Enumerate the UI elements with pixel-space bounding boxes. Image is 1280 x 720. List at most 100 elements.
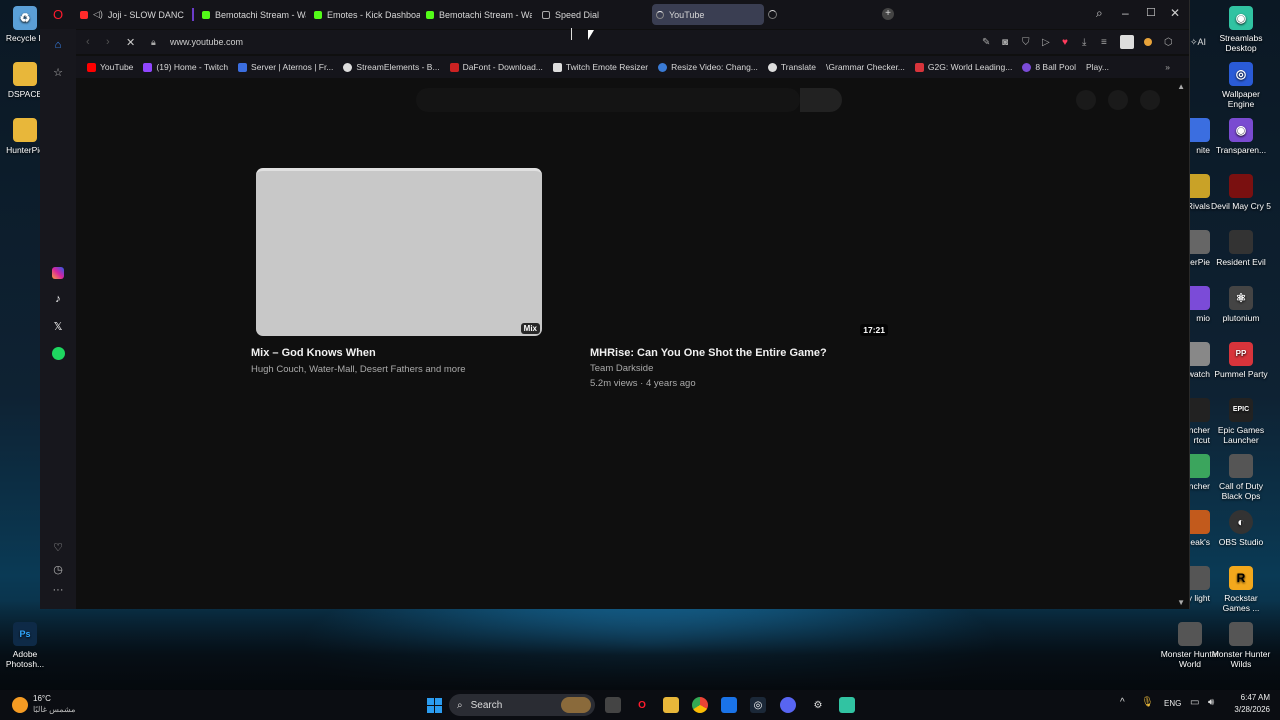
- maximize-button[interactable]: ☐: [1146, 6, 1156, 19]
- bookmark-label: Translate: [780, 62, 817, 72]
- desktop-icon-photoshop[interactable]: Ps Adobe Photosh...: [0, 622, 55, 669]
- clock-time[interactable]: 6:47 AM: [1230, 693, 1270, 702]
- desktop-icon-pummel-party[interactable]: PP Pummel Party: [1211, 342, 1271, 379]
- bookmark-grammar[interactable]: \Grammar Checker...: [821, 62, 910, 72]
- bookmark-twitch[interactable]: (19) Home - Twitch: [138, 62, 233, 72]
- streamlabs-taskbar-icon[interactable]: [839, 697, 855, 713]
- bookmark-8ball[interactable]: 8 Ball Pool: [1017, 62, 1081, 72]
- bookmark-youtube[interactable]: YouTube: [82, 62, 138, 72]
- bookmarks-overflow-icon[interactable]: »: [1160, 62, 1175, 72]
- camera-icon[interactable]: ◙: [1002, 37, 1008, 48]
- close-button[interactable]: ✕: [1170, 6, 1180, 20]
- desktop-icon-rockstar[interactable]: R Rockstar Games ...: [1211, 566, 1271, 613]
- vpn-app-icon[interactable]: [721, 697, 737, 713]
- tab-search-icon[interactable]: ⌕: [1096, 6, 1103, 21]
- bookmark-resize-video[interactable]: Resize Video: Chang...: [653, 62, 763, 72]
- bookmark-dafont[interactable]: DaFont - Download...: [445, 62, 548, 72]
- youtube-header-placeholder[interactable]: [1076, 90, 1096, 110]
- extension-icon[interactable]: [1144, 38, 1152, 46]
- display-icon[interactable]: ▭: [1190, 697, 1199, 708]
- clock-date[interactable]: 3/28/2026: [1224, 705, 1270, 714]
- desktop-icon-label: Transparen...: [1215, 145, 1267, 155]
- bookmark-g2g[interactable]: G2G: World Leading...: [910, 62, 1017, 72]
- task-view-icon[interactable]: [605, 697, 621, 713]
- desktop-icon-cod[interactable]: Call of Duty Black Ops: [1211, 454, 1271, 501]
- discord-icon[interactable]: [780, 697, 796, 713]
- x-twitter-icon[interactable]: 𝕏: [49, 317, 67, 335]
- desktop-icon-resident-evil[interactable]: Resident Evil: [1211, 230, 1271, 267]
- volume-icon[interactable]: 🔊︎: [1208, 697, 1214, 708]
- bookmark-streamelements[interactable]: StreamElements - B...: [338, 62, 444, 72]
- bookmark-play[interactable]: Play...: [1081, 62, 1114, 72]
- menu-icon[interactable]: ≡: [1101, 37, 1107, 48]
- tab-bemotachi-1[interactable]: Bemotachi Stream - Watc: [198, 4, 306, 25]
- desktop-icon-transparent[interactable]: ◉ Transparen...: [1211, 118, 1271, 155]
- channel-name[interactable]: Team Darkside: [590, 363, 653, 374]
- spotify-icon[interactable]: [49, 344, 67, 362]
- desktop-icon-epic-games[interactable]: EPIC Epic Games Launcher: [1211, 398, 1271, 445]
- tab-joji[interactable]: ◁) Joji - SLOW DANCING: [76, 4, 184, 25]
- windows-start-icon[interactable]: [426, 697, 442, 713]
- tab-youtube-active[interactable]: YouTube: [652, 4, 764, 25]
- microphone-icon[interactable]: 🎙︎: [1141, 697, 1154, 708]
- weather-sun-icon[interactable]: [12, 697, 28, 713]
- tab-speed-dial[interactable]: Speed Dial: [538, 4, 638, 25]
- bookmark-aternos[interactable]: Server | Aternos | Fr...: [233, 62, 338, 72]
- youtube-header-placeholder[interactable]: [1140, 90, 1160, 110]
- tab-emotes-kick[interactable]: Emotes - Kick Dashboard: [310, 4, 420, 25]
- desktop-icon-obs[interactable]: ◐ OBS Studio: [1211, 510, 1271, 547]
- youtube-page: Mix Mix – God Knows When Hugh Couch, Wat…: [76, 78, 1189, 609]
- video-thumbnail-mix[interactable]: Mix: [256, 168, 542, 336]
- tab-bemotachi-2[interactable]: Bemotachi Stream - Watc: [422, 4, 532, 25]
- new-tab-button[interactable]: +: [882, 8, 894, 20]
- scroll-down-arrow[interactable]: ▼: [1177, 598, 1185, 607]
- show-hidden-icons-chevron-icon[interactable]: ^: [1120, 697, 1125, 708]
- chrome-icon[interactable]: [692, 697, 708, 713]
- video-title[interactable]: MHRise: Can You One Shot the Entire Game…: [590, 347, 827, 359]
- history-clock-icon[interactable]: ◷: [49, 560, 67, 578]
- bookmark-twitch-emote-resizer[interactable]: Twitch Emote Resizer: [548, 62, 653, 72]
- steam-icon[interactable]: ◎: [750, 697, 766, 713]
- mouse-pointer-icon: [588, 30, 594, 40]
- video-thumbnail-mhrise[interactable]: 17:21: [594, 168, 888, 336]
- aria-ai-button[interactable]: ✧AI: [1190, 37, 1206, 48]
- desktop-icon-wallpaper-engine[interactable]: ◎ Wallpaper Engine: [1211, 62, 1271, 109]
- youtube-search-button[interactable]: [800, 88, 842, 112]
- youtube-search-placeholder[interactable]: [416, 88, 800, 112]
- desktop-icon-label: Monster Hunter Wilds: [1211, 649, 1271, 669]
- profile-avatar[interactable]: [1120, 35, 1134, 49]
- scroll-up-arrow[interactable]: ▲: [1177, 82, 1185, 91]
- speed-dial-star-icon[interactable]: ☆: [49, 63, 67, 81]
- edit-icon[interactable]: ✎: [982, 37, 990, 48]
- ai-label: AI: [1197, 36, 1207, 47]
- video-title[interactable]: Mix – God Knows When: [251, 347, 376, 359]
- player-icon[interactable]: ▷: [1042, 37, 1050, 48]
- forward-icon[interactable]: ›: [106, 36, 110, 48]
- back-icon[interactable]: ‹: [86, 36, 90, 48]
- favorite-heart-icon[interactable]: ♥: [1062, 37, 1068, 48]
- opera-gx-icon[interactable]: O: [634, 697, 650, 713]
- weather-temp[interactable]: 16°C: [33, 694, 51, 703]
- desktop-icon-streamlabs[interactable]: ◉ Streamlabs Desktop: [1211, 6, 1271, 53]
- desktop-icon-mhwilds[interactable]: Monster Hunter Wilds: [1211, 622, 1271, 669]
- stop-loading-icon[interactable]: ✕: [126, 36, 135, 49]
- minimize-button[interactable]: –: [1122, 6, 1129, 20]
- bookmark-translate[interactable]: Translate: [763, 62, 821, 72]
- opera-logo-icon[interactable]: O: [49, 5, 67, 23]
- home-icon[interactable]: ⌂: [49, 36, 67, 54]
- desktop-icon-dmc[interactable]: Devil May Cry 5: [1211, 174, 1271, 211]
- extensions-cube-icon[interactable]: ⬡: [1164, 37, 1173, 48]
- taskbar-search-box[interactable]: ⌕ Search: [449, 694, 595, 716]
- download-icon[interactable]: ⤓: [1082, 37, 1086, 48]
- url-input[interactable]: www.youtube.com: [170, 37, 243, 47]
- settings-gear-icon[interactable]: ⚙: [810, 697, 826, 713]
- tiktok-icon[interactable]: ♪: [49, 290, 67, 308]
- instagram-icon[interactable]: [49, 264, 67, 282]
- language-indicator[interactable]: ENG: [1164, 699, 1181, 708]
- youtube-header-placeholder[interactable]: [1108, 90, 1128, 110]
- file-explorer-icon[interactable]: [663, 697, 679, 713]
- desktop-icon-plutonium[interactable]: ⚛ plutonium: [1211, 286, 1271, 323]
- more-icon[interactable]: ···: [49, 581, 67, 599]
- heart-icon[interactable]: ♡: [49, 538, 67, 556]
- vpn-shield-icon[interactable]: ⛉: [1022, 37, 1030, 48]
